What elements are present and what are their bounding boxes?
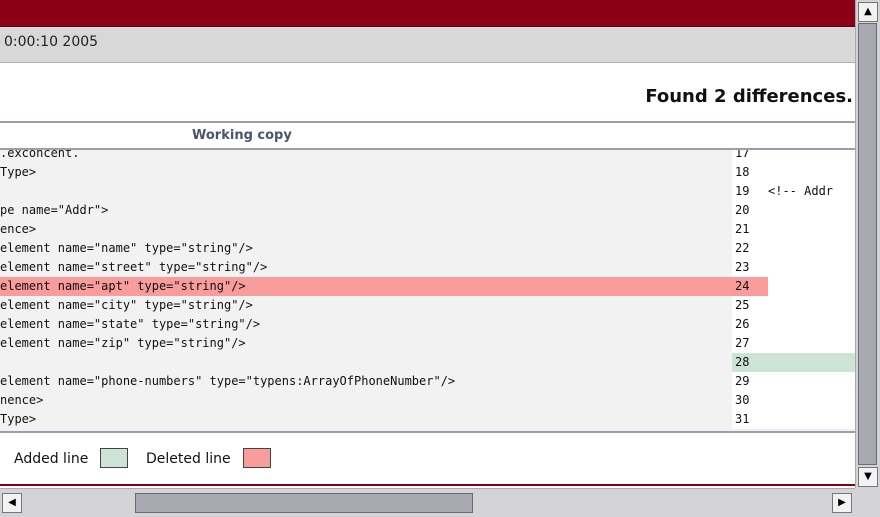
line-text: .exconcent.: [0, 150, 80, 160]
diff-line: element name="street" type="string"/> 23: [0, 258, 855, 277]
line-number: 17: [732, 150, 768, 163]
horizontal-scroll-thumb[interactable]: [135, 493, 473, 513]
line-text: element name="apt" type="string"/>: [0, 277, 732, 296]
line-text: Type>: [0, 412, 37, 426]
right-pane-text: [768, 391, 855, 410]
line-text: Type>: [0, 165, 37, 179]
line-number: 26: [732, 315, 768, 334]
right-pane-text: <!-- Addr: [768, 182, 855, 201]
deleted-line-swatch: [243, 448, 271, 468]
diff-line: element name="city" type="string"/> 25: [0, 296, 855, 315]
diff-line: element name="state" type="string"/> 26: [0, 315, 855, 334]
scroll-left-arrow-icon[interactable]: ◀: [2, 493, 22, 513]
diff-view: 0:00:10 2005 Found 2 differences. Workin…: [0, 0, 855, 488]
right-pane-text: [768, 258, 855, 277]
line-text: element name="name" type="string"/>: [0, 241, 253, 255]
diff-code-area: .exconcent. 17 Type> 18 19 <!-- Addr pe name="…: [0, 150, 855, 431]
line-text: element name="street" type="string"/>: [0, 260, 268, 274]
diff-line: ence> 21: [0, 220, 855, 239]
vertical-scrollbar[interactable]: ▲ ▼: [855, 0, 880, 488]
right-pane-text: [768, 150, 855, 163]
line-text: pe name="Addr">: [0, 203, 109, 217]
line-number: 30: [732, 391, 768, 410]
right-pane-text: [768, 163, 855, 182]
column-header: Working copy: [0, 123, 855, 150]
divider: [0, 431, 855, 433]
diff-line: Type> 31: [0, 410, 855, 429]
date-text: 0:00:10 2005: [4, 34, 99, 50]
line-text: element name="city" type="string"/>: [0, 298, 253, 312]
added-line-swatch: [100, 448, 128, 468]
vertical-scroll-thumb[interactable]: [858, 23, 877, 465]
line-text: ence>: [0, 222, 37, 236]
diff-line: 19 <!-- Addr: [0, 182, 855, 201]
line-number: 18: [732, 163, 768, 182]
added-line-label: Added line: [14, 451, 89, 467]
diff-line: element name="name" type="string"/> 22: [0, 239, 855, 258]
diff-line: pe name="Addr"> 20: [0, 201, 855, 220]
scroll-up-arrow-icon[interactable]: ▲: [858, 2, 878, 22]
line-number: 31: [732, 410, 768, 429]
line-number: 29: [732, 372, 768, 391]
right-pane-text: [768, 201, 855, 220]
right-pane-text: [768, 353, 855, 372]
scroll-down-arrow-icon[interactable]: ▼: [858, 467, 878, 487]
line-number: 24: [732, 277, 768, 296]
line-number: 22: [732, 239, 768, 258]
right-pane-text: [768, 220, 855, 239]
right-pane-text: [768, 239, 855, 258]
diff-line: element name="zip" type="string"/> 27: [0, 334, 855, 353]
right-pane-text: [768, 296, 855, 315]
diff-line: Type> 18: [0, 163, 855, 182]
scrollbar-corner: [855, 488, 880, 517]
line-text: element name="phone-numbers" type="typen…: [0, 374, 456, 388]
title-bar: [0, 0, 855, 27]
deleted-line-label: Deleted line: [146, 451, 231, 467]
right-pane-text: [768, 410, 855, 429]
legend: Added line Deleted line: [0, 434, 855, 484]
line-number: 27: [732, 334, 768, 353]
right-pane-text: [768, 277, 855, 296]
line-text: [0, 182, 732, 201]
diff-line: element name="apt" type="string"/> 24: [0, 277, 855, 296]
line-number: 25: [732, 296, 768, 315]
line-number: 23: [732, 258, 768, 277]
horizontal-scrollbar[interactable]: ◀ ▶: [0, 488, 855, 517]
diff-line: element name="phone-numbers" type="typen…: [0, 372, 855, 391]
working-copy-label: Working copy: [192, 128, 292, 143]
date-bar: 0:00:10 2005: [0, 27, 855, 63]
line-text: element name="state" type="string"/>: [0, 317, 261, 331]
right-pane-text: [768, 315, 855, 334]
diff-line: .exconcent. 17: [0, 150, 855, 163]
line-number: 21: [732, 220, 768, 239]
diff-line: 28: [0, 353, 855, 372]
line-number: 20: [732, 201, 768, 220]
right-pane-text: [768, 334, 855, 353]
line-text: [0, 353, 732, 372]
differences-summary: Found 2 differences.: [645, 86, 853, 107]
right-pane-text: [768, 372, 855, 391]
diff-line: nence> 30: [0, 391, 855, 410]
line-text: nence>: [0, 393, 44, 407]
line-number: 19: [732, 182, 768, 201]
footer-rule: [0, 484, 855, 486]
line-number: 28: [732, 353, 768, 372]
scroll-right-arrow-icon[interactable]: ▶: [832, 493, 852, 513]
line-text: element name="zip" type="string"/>: [0, 336, 246, 350]
